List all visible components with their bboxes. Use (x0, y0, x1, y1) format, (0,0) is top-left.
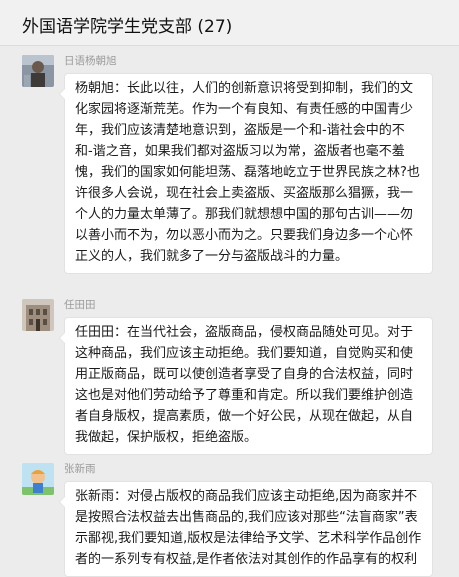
message-bubble[interactable]: 任田田：在当代社会，盗版商品，侵权商品随处可见。对于这种商品，我们应该主动拒绝。… (59, 317, 433, 455)
message-bubble[interactable]: 张新雨：对侵占版权的商品我们应该主动拒绝,因为商家并不是按照合法权益去出售商品的… (59, 481, 433, 577)
sender-name: 日语杨朝旭 (64, 55, 117, 67)
sender-name: 任田田 (64, 299, 96, 311)
chat-header: 外国语学院学生党支部 (27) (0, 0, 459, 46)
building-photo-avatar[interactable] (22, 299, 54, 331)
group-title: 外国语学院学生党支部 (27) (22, 17, 233, 37)
cartoon-avatar[interactable] (22, 463, 54, 495)
sender-name: 张新雨 (64, 463, 96, 475)
person-photo-avatar[interactable] (22, 55, 54, 87)
message-bubble[interactable]: 杨朝旭：长此以往，人们的创新意识将受到抑制，我们的文化家园将逐渐荒芜。作为一个有… (59, 73, 433, 274)
